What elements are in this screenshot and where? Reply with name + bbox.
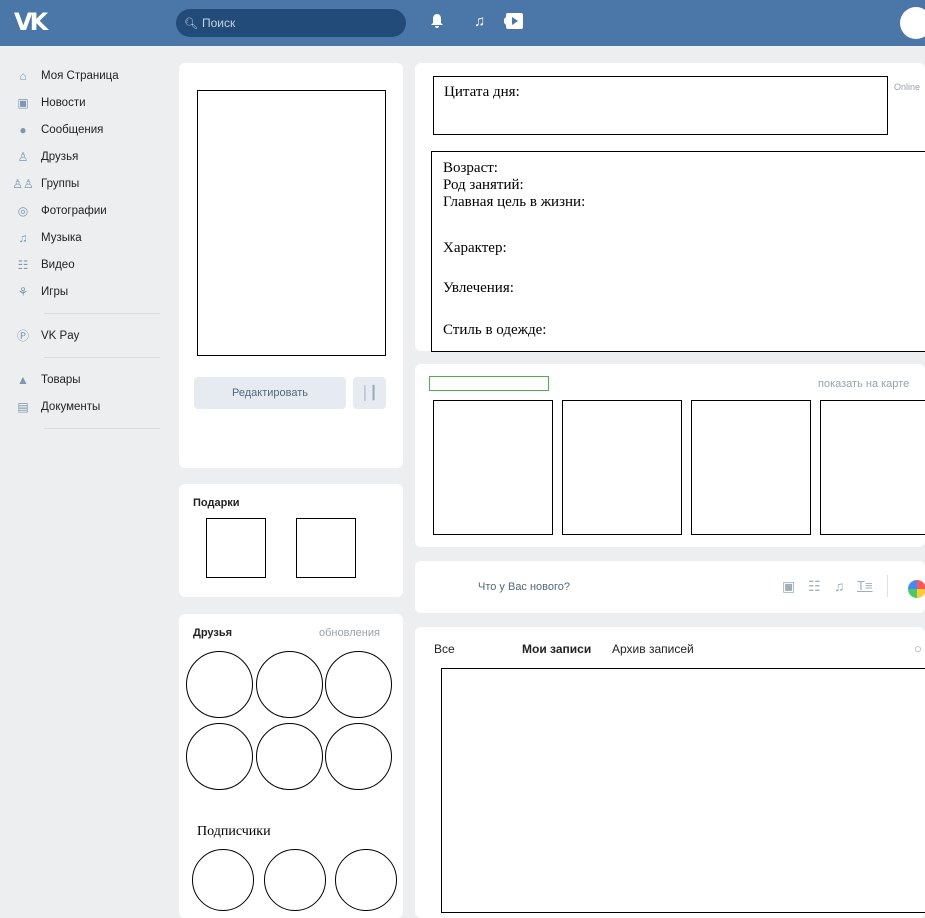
friend-avatar[interactable] (256, 651, 323, 718)
friends-title[interactable]: Друзья (193, 627, 232, 639)
sidebar-item-music[interactable]: ♫ Музыка (16, 224, 162, 251)
sidebar-item-label: VK Pay (41, 329, 80, 342)
info-lines: Возраст: Род занятий: Главная цель в жиз… (443, 160, 585, 211)
edit-profile-button[interactable]: Редактировать (194, 377, 346, 409)
friend-avatar[interactable] (186, 723, 253, 790)
camera-icon: ◎ (17, 203, 29, 218)
document-icon: ▤ (17, 399, 29, 414)
bell-icon[interactable] (430, 13, 444, 34)
gift-placeholder[interactable] (206, 518, 266, 578)
sidebar-item-photos[interactable]: ◎ Фотографии (16, 197, 162, 224)
sidebar-item-label: Игры (41, 285, 69, 298)
composer-placeholder[interactable]: Что у Вас нового? (478, 581, 570, 593)
subscriber-avatar[interactable] (335, 849, 397, 911)
photo-placeholder[interactable] (562, 400, 682, 535)
friend-avatar[interactable] (325, 723, 392, 790)
gifts-title: Подарки (193, 497, 240, 509)
sidebar-item-label: Товары (41, 373, 81, 386)
top-bar: VK 🔍︎ Поиск ♫ (0, 0, 925, 46)
search-icon: 🔍︎ (184, 17, 198, 30)
subscriber-avatar[interactable] (192, 849, 254, 911)
sidebar-item-messages[interactable]: ● Сообщения (16, 116, 162, 143)
video-icon: ☷ (17, 257, 29, 272)
sidebar-item-games[interactable]: ⚘ Игры (16, 278, 162, 305)
left-sidebar: ⌂ Моя Страница ▣ Новости ● Сообщения ♙ Друзь… (12, 62, 162, 437)
vkpay-icon: Ⓟ (16, 329, 29, 343)
gift-placeholder[interactable] (296, 518, 356, 578)
photo-placeholder[interactable] (433, 400, 553, 535)
bar-chart-icon: │┃ (361, 385, 378, 400)
sidebar-item-my-page[interactable]: ⌂ Моя Страница (16, 62, 162, 89)
bag-icon: ▲ (17, 372, 29, 387)
news-icon: ▣ (17, 95, 29, 110)
info-hobbies: Увлечения: (443, 280, 514, 296)
info-age: Возраст: (443, 160, 498, 176)
friend-avatar[interactable] (325, 651, 392, 718)
tab-archive[interactable]: Архив записей (612, 642, 694, 656)
photo-placeholder[interactable] (820, 400, 925, 535)
sidebar-item-label: Моя Страница (41, 69, 119, 82)
mood-icon[interactable] (908, 580, 925, 598)
sidebar-divider (44, 428, 160, 429)
sidebar-item-video[interactable]: ☷ Видео (16, 251, 162, 278)
vk-logo[interactable]: VK (14, 8, 48, 36)
sidebar-item-friends[interactable]: ♙ Друзья (16, 143, 162, 170)
friend-icon: ♙ (17, 149, 29, 164)
text-format-icon[interactable]: T≡ (857, 578, 873, 593)
subscriber-avatar[interactable] (264, 849, 326, 911)
wall-post-area (441, 668, 925, 913)
stats-button[interactable]: │┃ (353, 377, 386, 409)
search-icon[interactable]: ○ (914, 641, 922, 656)
show-on-map-link[interactable]: показать на карте (818, 378, 909, 390)
tab-my-posts[interactable]: Мои записи (522, 642, 591, 656)
sidebar-item-label: Фотографии (41, 204, 107, 217)
sidebar-item-documents[interactable]: ▤ Документы (16, 393, 162, 420)
sidebar-item-label: Друзья (41, 150, 79, 163)
sidebar-item-label: Новости (41, 96, 86, 109)
sidebar-item-label: Сообщения (41, 123, 104, 136)
sidebar-divider (44, 313, 160, 314)
sidebar-item-vkpay[interactable]: Ⓟ VK Pay (16, 322, 162, 349)
quote-label: Цитата дня: (444, 84, 520, 100)
groups-icon: ♙♙ (12, 176, 34, 191)
sidebar-divider (44, 357, 160, 358)
info-occupation: Род занятий: (443, 177, 524, 193)
video-icon[interactable]: ☷ (808, 578, 821, 595)
composer-divider (887, 575, 888, 597)
gamepad-icon: ⚘ (17, 284, 29, 299)
friend-avatar[interactable] (256, 723, 323, 790)
sidebar-item-label: Группы (41, 177, 80, 190)
sidebar-item-news[interactable]: ▣ Новости (16, 89, 162, 116)
photo-placeholder[interactable] (691, 400, 811, 535)
search-placeholder: Поиск (201, 16, 236, 30)
sidebar-item-label: Видео (41, 258, 75, 271)
online-status: Online (894, 82, 921, 92)
profile-photo-placeholder[interactable] (197, 90, 386, 356)
house-icon: ⌂ (19, 68, 27, 83)
subscribers-title[interactable]: Подписчики (197, 823, 271, 840)
friend-avatar[interactable] (186, 651, 253, 718)
info-clothing-style: Стиль в одежде: (443, 322, 547, 338)
video-play-icon[interactable] (503, 11, 525, 36)
music-icon[interactable]: ♫ (834, 578, 845, 594)
info-goal: Главная цель в жизни: (443, 194, 586, 210)
friends-updates-link[interactable]: обновления (319, 627, 380, 639)
user-avatar[interactable] (900, 7, 925, 39)
sidebar-item-label: Документы (41, 400, 101, 413)
tab-all[interactable]: Все (434, 642, 455, 656)
sidebar-item-label: Музыка (41, 231, 82, 244)
messages-icon: ● (19, 122, 27, 137)
sidebar-item-goods[interactable]: ▲ Товары (16, 366, 162, 393)
camera-icon[interactable]: ▣ (782, 578, 795, 595)
info-character: Характер: (443, 240, 507, 256)
sidebar-item-groups[interactable]: ♙♙ Группы (12, 170, 162, 197)
music-icon: ♫ (18, 230, 28, 245)
search-input[interactable]: 🔍︎ Поиск (176, 9, 406, 37)
photos-tab-highlight[interactable] (429, 376, 549, 391)
music-icon[interactable]: ♫ (474, 13, 485, 31)
